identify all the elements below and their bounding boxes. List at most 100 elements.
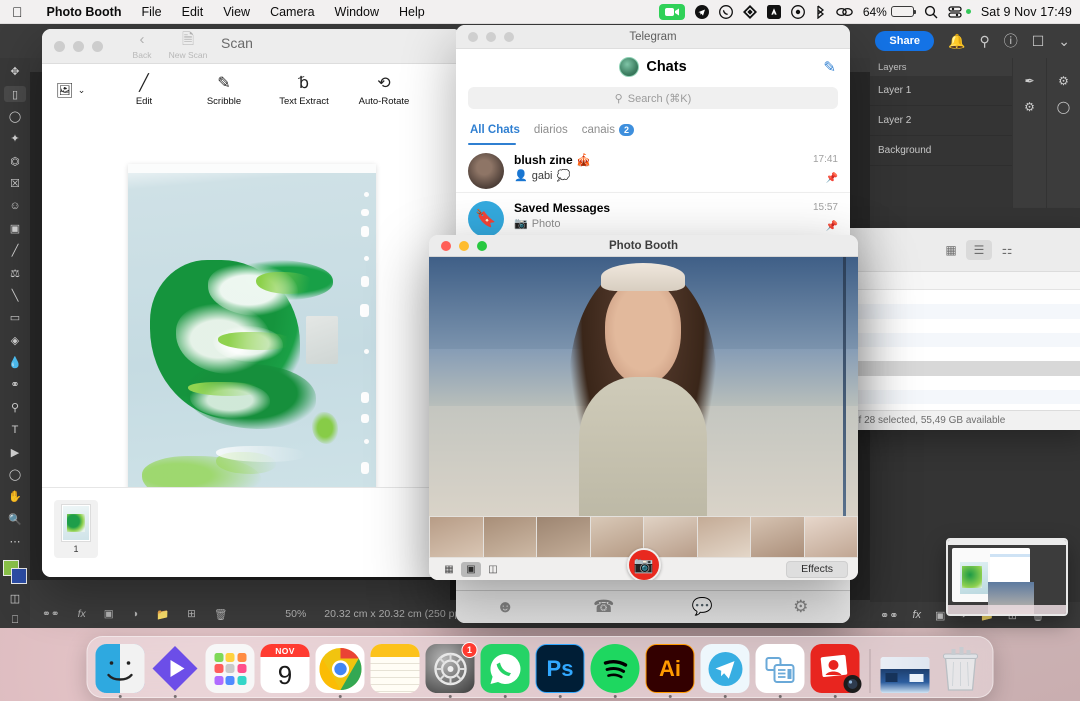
eraser-tool[interactable]: ▭ xyxy=(4,310,26,325)
edit-button[interactable]: ╱ Edit xyxy=(116,73,172,107)
history-brush-tool[interactable]: ╲ xyxy=(4,288,26,303)
battery-status[interactable]: 64% xyxy=(863,5,916,19)
list-item[interactable] xyxy=(537,517,590,557)
fx-icon[interactable]: fx xyxy=(78,608,86,620)
link-icon[interactable] xyxy=(836,6,853,18)
menu-file[interactable]: File xyxy=(131,5,171,19)
menu-help[interactable]: Help xyxy=(389,5,435,19)
menu-bar-status-items[interactable]: 64% Sat 9 Nov 17:49 xyxy=(658,3,1080,20)
screenshot-preview-thumbnail[interactable] xyxy=(946,538,1068,616)
menu-edit[interactable]: Edit xyxy=(172,5,214,19)
avatar[interactable] xyxy=(468,153,504,189)
list-item[interactable] xyxy=(804,517,857,557)
scribble-button[interactable]: ✎ Scribble xyxy=(196,73,252,107)
layer-icons-link[interactable]: ⚭⚭ xyxy=(42,608,60,620)
dock-item-launcher[interactable] xyxy=(151,644,200,698)
macos-menu-bar[interactable]:  Photo Booth File Edit View Camera Wind… xyxy=(0,0,1080,24)
share-button[interactable]: Share xyxy=(875,31,934,51)
tab-canais[interactable]: canais 2 xyxy=(582,124,634,136)
icon-view-icon[interactable]: ▦ xyxy=(938,240,964,260)
dock-item-image-capture[interactable] xyxy=(755,644,805,698)
move-tool[interactable]: ✥ xyxy=(4,64,26,79)
effects-button[interactable]: Effects xyxy=(786,560,848,578)
type-tool[interactable]: T xyxy=(4,422,26,437)
menu-window[interactable]: Window xyxy=(325,5,389,19)
compose-new-message-icon[interactable]: ✎ xyxy=(823,58,836,76)
hand-tool[interactable]: ✋ xyxy=(4,489,26,504)
menu-bar-clock[interactable]: Sat 9 Nov 17:49 xyxy=(981,5,1072,19)
minimize-button[interactable] xyxy=(73,40,84,52)
scan-toolbar[interactable]: 🖼 ⌄ ╱ Edit ✎ Scribble ␢ Text Extract ⟲ A… xyxy=(42,64,462,116)
adjustments-icon[interactable]: ⚙ xyxy=(1024,100,1035,114)
media-play-icon[interactable] xyxy=(790,4,805,19)
new-group-icon[interactable]: 📁 xyxy=(156,608,169,621)
zoom-tool[interactable]: 🔍 xyxy=(4,512,26,527)
notifications-bell-icon[interactable]: 🔔 xyxy=(948,33,965,50)
panel-column-1[interactable]: ✒ ⚙ xyxy=(1012,58,1046,208)
camera-shutter-icon[interactable]: 📷 xyxy=(626,548,661,580)
dock-item-illustrator[interactable]: Ai xyxy=(645,644,695,698)
eyedropper-tool[interactable]: ☺ xyxy=(4,198,26,213)
movie-camera-icon[interactable]: ◫ xyxy=(483,562,503,577)
close-button[interactable] xyxy=(54,40,65,52)
adobe-creative-cloud-icon[interactable] xyxy=(766,4,781,19)
photoshop-right-dock[interactable]: ✒ ⚙ ⚙ ◯ xyxy=(1012,58,1080,208)
maximize-button[interactable] xyxy=(92,40,103,52)
bookmark-icon[interactable]: 🔖 xyxy=(468,201,504,237)
properties-icon[interactable]: ⚙ xyxy=(1058,74,1069,88)
scan-page-thumbnails[interactable]: 1 xyxy=(42,487,462,577)
list-item[interactable]: blush zine 🎪 👤 gabi 💭 17:41 📌 xyxy=(456,145,850,193)
stamp-tool[interactable]: ⚖ xyxy=(4,265,26,280)
menu-view[interactable]: View xyxy=(213,5,260,19)
gradient-tool[interactable]: ◈ xyxy=(4,333,26,348)
link-layers-icon[interactable]: ⚭⚭ xyxy=(880,609,898,622)
telegram-folder-tabs[interactable]: All Chats diarios canais 2 xyxy=(456,117,850,143)
magic-wand-tool[interactable]: ✦ xyxy=(4,131,26,146)
path-select-tool[interactable]: ▶ xyxy=(4,444,26,459)
search-icon[interactable]: ⚲ xyxy=(979,33,989,50)
rectangular-select-tool[interactable]: ▯ xyxy=(4,86,26,102)
scan-titlebar[interactable]: ‹ Back 🗎 New Scan Scan xyxy=(42,29,462,64)
shape-tool[interactable]: ◯ xyxy=(4,467,26,482)
help-icon[interactable]: ⓘ xyxy=(1004,31,1018,51)
fx-icon[interactable]: fx xyxy=(912,609,921,621)
photo-booth-titlebar[interactable]: Photo Booth xyxy=(429,235,858,257)
brush-tool[interactable]: ╱ xyxy=(4,243,26,258)
menu-camera[interactable]: Camera xyxy=(260,5,324,19)
dock-item-photo-booth[interactable] xyxy=(810,644,862,698)
dock-item-whatsapp[interactable] xyxy=(480,644,530,698)
photoshop-tools-panel[interactable]: ✥ ▯ ◯ ✦ ⏣ ☒ ☺ ▣ ╱ ⚖ ╲ ▭ ◈ 💧 ⚭ ⚲ T ▶ ◯ ✋ … xyxy=(0,58,30,628)
avatar[interactable] xyxy=(619,57,640,77)
adjustment-layer-icon[interactable]: ◑ xyxy=(132,608,138,620)
crop-tool[interactable]: ⏣ xyxy=(4,154,26,169)
pen-tool[interactable]: ⚲ xyxy=(4,400,26,415)
lasso-tool[interactable]: ◯ xyxy=(4,109,26,124)
workspace-icon[interactable]: ☐ xyxy=(1032,33,1045,50)
scan-window[interactable]: ‹ Back 🗎 New Scan Scan 🖼 ⌄ ╱ Edit ✎ Scri… xyxy=(42,29,462,577)
chats-bubble-icon[interactable]: 💬 xyxy=(653,591,752,623)
telegram-titlebar[interactable]: Telegram xyxy=(456,25,850,49)
chevron-down-icon[interactable]: ⌄ xyxy=(1058,33,1070,50)
capture-mode-group[interactable]: ▦ ▣ ◫ xyxy=(439,561,503,577)
calls-phone-icon[interactable]: ☎ xyxy=(555,591,654,623)
dodge-tool[interactable]: ⚭ xyxy=(4,377,26,392)
panel-column-2[interactable]: ⚙ ◯ xyxy=(1046,58,1080,208)
scan-preview-area[interactable] xyxy=(42,117,462,512)
list-item[interactable]: 🔖 Saved Messages 📷 Photo 15:57 📌 xyxy=(456,193,850,241)
frame-tool[interactable]: ☒ xyxy=(4,176,26,191)
text-extract-button[interactable]: ␢ Text Extract xyxy=(276,73,332,107)
spot-healing-tool[interactable]: ▣ xyxy=(4,221,26,236)
dropbox-icon[interactable] xyxy=(742,4,757,19)
four-up-grid-icon[interactable]: ▦ xyxy=(439,562,459,577)
telegram-bottom-tabbar[interactable]: ☻ ☎ 💬 ⚙ xyxy=(456,590,850,623)
dock-item-telegram[interactable] xyxy=(700,644,750,698)
dock-item-minimized-window[interactable] xyxy=(880,657,930,693)
spotlight-search-icon[interactable] xyxy=(924,5,938,19)
back-button[interactable]: ‹ Back xyxy=(121,31,163,60)
layer-mask-icon[interactable]: ▣ xyxy=(104,608,114,620)
macos-dock[interactable]: NOV 9 1 Ps Ai xyxy=(86,636,994,698)
control-center-icon[interactable] xyxy=(948,5,962,19)
color-swatches[interactable] xyxy=(3,560,27,585)
layer-mask-icon[interactable]: ▣ xyxy=(935,609,945,622)
window-controls[interactable] xyxy=(42,40,103,52)
